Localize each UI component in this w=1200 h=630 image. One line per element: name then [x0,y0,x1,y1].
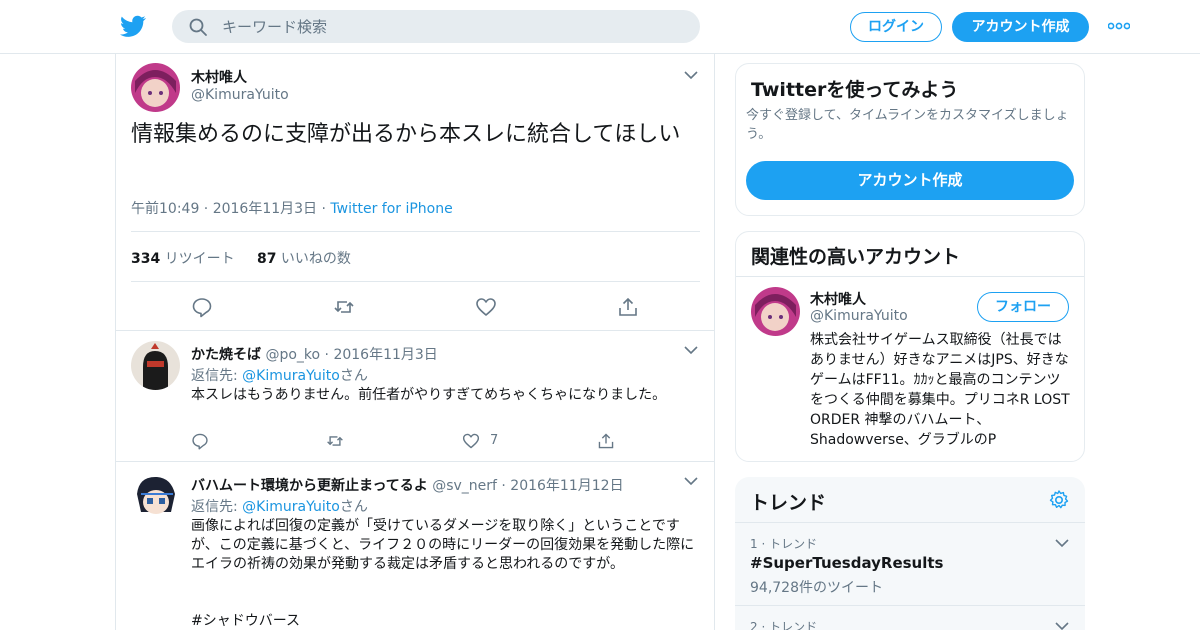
share-icon[interactable] [617,296,639,318]
search-box[interactable] [172,10,700,43]
retweet-icon[interactable] [333,296,355,318]
reply-date[interactable]: · 2016年11月3日 [325,347,438,363]
signup-card-title: Twitterを使ってみよう [751,79,959,101]
source-link[interactable]: Twitter for iPhone [330,201,452,217]
more-options-icon[interactable] [1108,22,1130,30]
chevron-down-icon[interactable] [684,476,698,486]
avatar[interactable] [131,472,180,521]
search-input[interactable] [222,10,682,43]
reply-author: バハムート環境から更新止まってるよ @sv_nerf · 2016年11月12日 [191,475,624,495]
like-count: 7 [490,433,499,448]
timeline-column: 木村唯人 @KimuraYuito 情報集めるのに支障が出るから本スレに統合して… [115,54,715,630]
tweet-timestamp: 午前10:49 · 2016年11月3日 · Twitter for iPhon… [131,198,453,218]
search-icon [189,18,207,36]
reply-to-line: 返信先: @KimuraYuitoさん [191,496,368,516]
tweet-actions [116,296,716,318]
reply-icon[interactable] [191,296,213,318]
divider [131,231,700,232]
divider [736,276,1084,277]
reply-to-line: 返信先: @KimuraYuitoさん [191,365,368,385]
hashtag-link[interactable]: #シャドウバース [191,612,696,630]
related-account-name[interactable]: 木村唯人 [810,289,866,309]
settings-gear-icon[interactable] [1048,489,1070,511]
avatar[interactable] [131,63,180,112]
reply-tweet[interactable]: かた焼そば @po_ko · 2016年11月3日 返信先: @KimuraYu… [116,330,714,462]
signup-button[interactable]: アカウント作成 [952,12,1089,42]
reply-to-suffix: さん [339,499,368,515]
twitter-bird-icon[interactable] [120,13,146,39]
author-handle[interactable]: @po_ko [265,347,320,363]
signup-card-button[interactable]: アカウント作成 [746,161,1074,200]
reply-text: 本スレはもうありません。前任者がやりすぎてめちゃくちゃになりました。 [191,387,667,403]
signup-card-subtitle: 今すぐ登録して、タイムラインをカスタマイズしましょう。 [746,108,1069,142]
trend-tweet-count: 94,728件のツイート [750,580,883,596]
reply-to-user-link[interactable]: @KimuraYuito [242,368,340,384]
author-name[interactable]: かた焼そば [191,347,261,363]
trend-name[interactable]: #SuperTuesdayResults [750,554,943,572]
chevron-down-icon[interactable] [684,70,698,80]
like-label[interactable]: いいねの数 [281,251,351,267]
reply-author: かた焼そば @po_ko · 2016年11月3日 [191,344,438,364]
reply-to-prefix: 返信先: [191,368,243,384]
author-name[interactable]: バハムート環境から更新止まってるよ [191,478,428,494]
reply-icon[interactable] [191,432,209,450]
related-account-handle[interactable]: @KimuraYuito [810,308,908,324]
trend-rank: 2 · トレンド [750,620,818,630]
heart-icon[interactable] [462,432,480,450]
tweet-stats: 334 リツイート 87 いいねの数 [131,248,351,268]
tweet-text: 情報集めるのに支障が出るから本スレに統合してほしい [131,122,681,147]
author-handle[interactable]: @KimuraYuito [191,87,289,103]
follow-button[interactable]: フォロー [977,292,1069,322]
like-count[interactable]: 87 [257,251,276,267]
related-accounts-title: 関連性の高いアカウント [751,246,961,268]
reply-text: 画像によれば回復の定義が「受けているダメージを取り除く」ということですが、この定… [191,518,695,572]
retweet-label[interactable]: リツイート [165,251,235,267]
avatar[interactable] [751,287,800,336]
top-navigation-bar: ログイン アカウント作成 [0,0,1200,54]
author-handle[interactable]: @sv_nerf [432,478,497,494]
trend-item[interactable]: 1 · トレンド #SuperTuesdayResults 94,728件のツイ… [735,522,1085,605]
retweet-count[interactable]: 334 [131,251,160,267]
share-icon[interactable] [597,432,615,450]
timestamp-text[interactable]: 午前10:49 · 2016年11月3日 · [131,201,330,217]
trends-title: トレンド [750,492,827,514]
login-button[interactable]: ログイン [850,12,942,42]
heart-icon[interactable] [475,296,497,318]
retweet-icon[interactable] [326,432,344,450]
chevron-down-icon[interactable] [1055,621,1069,630]
reply-to-user-link[interactable]: @KimuraYuito [242,499,340,515]
related-account-bio: 株式会社サイゲームス取締役（社長ではありません）好きなアニメはJPS、好きなゲー… [810,332,1070,448]
trends-card: トレンド 1 · トレンド #SuperTuesdayResults 94,72… [735,477,1085,630]
reply-to-prefix: 返信先: [191,499,243,515]
related-accounts-card: 関連性の高いアカウント 木村唯人 @KimuraYuito フォロー 株式会社サ… [735,231,1085,462]
trend-item[interactable]: 2 · トレンド [735,605,1085,630]
divider [131,281,700,282]
signup-card: Twitterを使ってみよう 今すぐ登録して、タイムラインをカスタマイズしましょ… [735,63,1085,216]
avatar[interactable] [131,341,180,390]
author-name[interactable]: 木村唯人 [191,67,247,87]
reply-date[interactable]: · 2016年11月12日 [501,478,623,494]
reply-tweet[interactable]: バハムート環境から更新止まってるよ @sv_nerf · 2016年11月12日… [116,461,714,630]
reply-to-suffix: さん [339,368,368,384]
chevron-down-icon[interactable] [684,345,698,355]
chevron-down-icon[interactable] [1055,538,1069,548]
trend-rank: 1 · トレンド [750,537,818,551]
